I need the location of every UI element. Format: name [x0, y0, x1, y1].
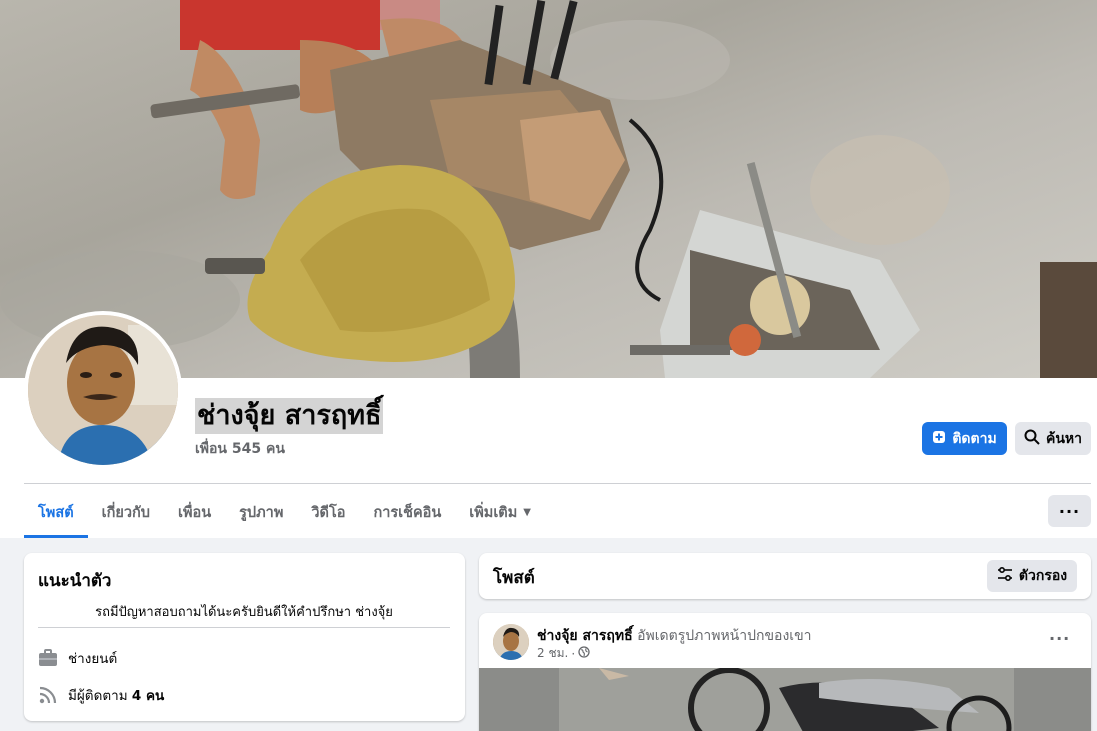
avatar	[28, 315, 178, 465]
post-meta: 2 ชม. ·	[537, 644, 590, 663]
intro-work-row: ช่างยนต์	[38, 647, 117, 669]
profile-name[interactable]: ช่างจุ้ย สารฤทธิ์	[195, 398, 384, 434]
search-button[interactable]: ค้นหา	[1015, 422, 1091, 455]
avatar[interactable]	[493, 624, 529, 660]
follow-label: ติดตาม	[952, 430, 997, 447]
followers-prefix: มีผู้ติดตาม	[68, 688, 132, 704]
meta-separator: ·	[571, 646, 576, 661]
tab-videos[interactable]: วิดีโอ	[297, 486, 359, 538]
search-label: ค้นหา	[1045, 430, 1083, 447]
filter-button[interactable]: ตัวกรอง	[987, 560, 1077, 592]
intro-followers[interactable]: มีผู้ติดตาม 4 คน	[68, 684, 164, 706]
intro-title: แนะนำตัว	[38, 571, 112, 591]
filter-sliders-icon	[997, 566, 1013, 585]
followers-count: 4 คน	[131, 688, 165, 704]
friend-count[interactable]: เพื่อน 545 คน	[195, 438, 285, 460]
caret-down-icon: ▼	[523, 506, 531, 518]
add-person-icon	[932, 430, 946, 448]
tab-label: เกี่ยวกับ	[101, 504, 150, 521]
intro-divider	[38, 627, 450, 628]
post-action: อัพเดตรูปภาพหน้าปกของเขา	[637, 628, 812, 644]
profile-tabs: โพสต์ เกี่ยวกับ เพื่อน รูปภาพ วิดีโอ การ…	[24, 486, 545, 538]
tab-photos[interactable]: รูปภาพ	[225, 486, 297, 538]
tab-posts[interactable]: โพสต์	[24, 486, 88, 538]
profile-avatar[interactable]	[24, 311, 182, 469]
header-divider	[24, 483, 1091, 484]
tab-friends[interactable]: เพื่อน	[164, 486, 225, 538]
profile-more-button[interactable]: ···	[1048, 495, 1091, 527]
post-time[interactable]: 2 ชม.	[537, 644, 568, 663]
search-icon	[1024, 429, 1040, 449]
cover-photo[interactable]	[0, 0, 1097, 378]
tab-label: การเช็คอิน	[373, 504, 442, 521]
tab-label: รูปภาพ	[239, 504, 284, 521]
globe-icon	[578, 646, 590, 661]
post-photo[interactable]	[479, 668, 1091, 731]
tab-about[interactable]: เกี่ยวกับ	[88, 486, 164, 538]
intro-followers-row: มีผู้ติดตาม 4 คน	[38, 684, 164, 706]
intro-card: แนะนำตัว รถมีปัญหาสอบถามได้นะครับยินดีให…	[24, 553, 465, 721]
post-author[interactable]: ช่างจุ้ย สารฤทธิ์	[537, 628, 633, 644]
follow-button[interactable]: ติดตาม	[922, 422, 1007, 455]
posts-header-card: โพสต์ ตัวกรอง	[479, 553, 1091, 599]
cover-photo-image	[0, 0, 1097, 378]
briefcase-icon	[38, 648, 58, 668]
tab-label: เพื่อน	[177, 504, 212, 521]
intro-work: ช่างยนต์	[68, 651, 118, 667]
tab-more[interactable]: เพิ่มเติม ▼	[455, 486, 545, 538]
post-more-button[interactable]: ···	[1049, 629, 1070, 648]
intro-bio: รถมีปัญหาสอบถามได้นะครับยินดีให้คำปรึกษา…	[95, 605, 393, 620]
tab-checkins[interactable]: การเช็คอิน	[359, 486, 455, 538]
rss-icon	[38, 685, 58, 705]
post-photo-image	[479, 668, 1091, 731]
tab-label: เพิ่มเติม	[469, 504, 518, 521]
post-card: ช่างจุ้ย สารฤทธิ์ อัพเดตรูปภาพหน้าปกของเ…	[479, 613, 1091, 731]
tab-label: โพสต์	[38, 504, 74, 521]
avatar-image	[28, 315, 178, 465]
posts-title: โพสต์	[493, 568, 535, 588]
tab-label: วิดีโอ	[311, 504, 346, 521]
filter-label: ตัวกรอง	[1018, 568, 1068, 584]
